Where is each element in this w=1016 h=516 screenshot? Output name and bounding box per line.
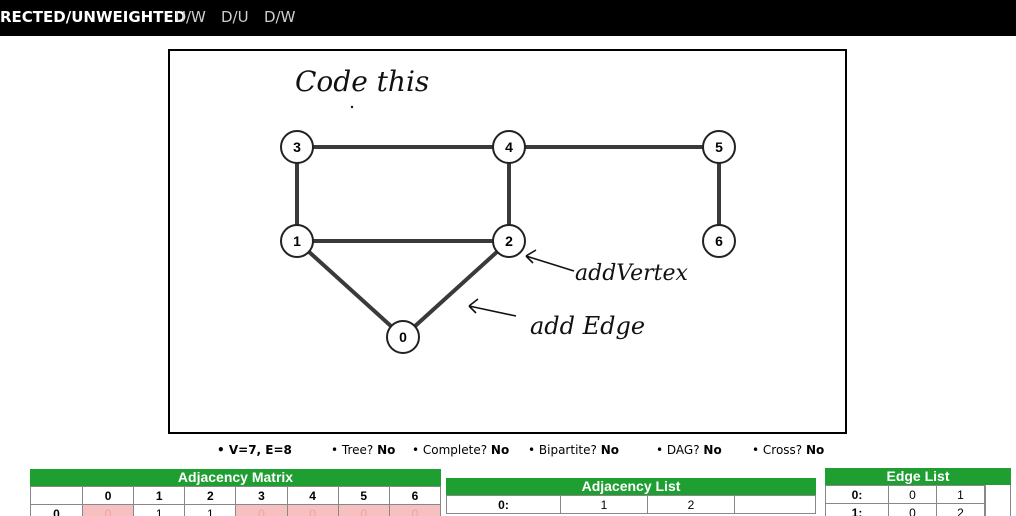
matrix-cell: 1 <box>184 504 237 516</box>
graph-drawing[interactable]: 3 4 5 1 2 6 0 Code this addVertex add Ed… <box>170 51 845 432</box>
graph-mode-label[interactable]: RECTED/UNWEIGHTED <box>0 8 186 26</box>
vertex-0[interactable]: 0 <box>386 320 420 354</box>
svg-text:1: 1 <box>293 233 301 249</box>
vertex-1[interactable]: 1 <box>280 224 314 258</box>
adjacency-matrix-table: 0 1 2 3 4 5 6 0 0 1 1 0 0 0 0 <box>30 486 442 516</box>
matrix-cell: 0 <box>81 504 135 516</box>
tab-directed-weighted[interactable]: D/W <box>264 8 295 26</box>
edgelist-cell: 2 <box>936 503 985 516</box>
matrix-header-row: 0 1 2 3 4 5 6 <box>30 486 442 505</box>
matrix-col-header: 1 <box>133 486 186 505</box>
vertex-6[interactable]: 6 <box>702 224 736 258</box>
adjlist-row-0: 0: 1 2 <box>446 495 816 514</box>
edgelist-row: 0: 0 1 <box>825 485 985 504</box>
matrix-row-0: 0 0 1 1 0 0 0 0 <box>30 504 442 516</box>
matrix-cell: 0 <box>388 504 442 516</box>
matrix-cell: 0 <box>286 504 339 516</box>
annotation-code-this: Code this <box>295 65 429 98</box>
adjacency-list-table: 0: 1 2 <box>446 495 816 514</box>
matrix-cell: 0 <box>235 504 288 516</box>
adjlist-cell-empty <box>734 495 816 514</box>
tab-directed-unweighted[interactable]: D/U <box>221 8 249 26</box>
edgelist-cell: 0 <box>888 485 937 504</box>
stat-complete: • Complete? No <box>412 443 510 457</box>
svg-text:2: 2 <box>505 233 513 249</box>
vertex-3[interactable]: 3 <box>280 130 314 164</box>
svg-text:5: 5 <box>715 139 723 155</box>
matrix-cell: 1 <box>133 504 186 516</box>
vertex-2[interactable]: 2 <box>492 224 526 258</box>
vertex-4[interactable]: 4 <box>492 130 526 164</box>
edgelist-cell: 1 <box>936 485 985 504</box>
matrix-col-header: 0 <box>81 486 135 505</box>
annotation-dot <box>350 105 354 109</box>
stat-tree: • Tree? No <box>331 443 396 457</box>
stat-bipartite: • Bipartite? No <box>528 443 619 457</box>
top-bar: RECTED/UNWEIGHTED U/W D/U D/W <box>0 0 1016 36</box>
svg-text:6: 6 <box>715 233 723 249</box>
edge-list-title: Edge List <box>825 468 1011 485</box>
graph-canvas[interactable]: 3 4 5 1 2 6 0 Code this addVertex add Ed… <box>168 49 847 434</box>
adjacency-list-title: Adjacency List <box>446 478 816 495</box>
arrow-addvertex-icon <box>525 249 575 272</box>
svg-text:0: 0 <box>399 329 407 345</box>
adjlist-row-label: 0: <box>446 495 561 514</box>
arrow-addedge-icon <box>468 298 517 317</box>
edge-list-spacer <box>985 485 1011 516</box>
matrix-col-header: 5 <box>337 486 390 505</box>
annotation-addvertex: addVertex <box>575 261 689 286</box>
matrix-col-header: 4 <box>286 486 339 505</box>
adjlist-cell: 1 <box>560 495 648 514</box>
matrix-corner-cell <box>30 486 83 505</box>
adjacency-matrix-title: Adjacency Matrix <box>30 469 441 486</box>
matrix-cell: 0 <box>337 504 390 516</box>
edge-1-0[interactable] <box>295 239 405 339</box>
svg-text:4: 4 <box>505 139 513 155</box>
matrix-col-header: 6 <box>388 486 442 505</box>
edgelist-cell: 0 <box>888 503 937 516</box>
edgelist-row: 1: 0 2 <box>825 503 985 516</box>
matrix-col-header: 3 <box>235 486 288 505</box>
adjlist-cell: 2 <box>647 495 735 514</box>
matrix-col-header: 2 <box>184 486 237 505</box>
stat-cross: • Cross? No <box>752 443 825 457</box>
edgelist-row-label: 1: <box>825 503 889 516</box>
stat-ve: • V=7, E=8 <box>217 443 292 457</box>
edge-2-0[interactable] <box>401 239 511 339</box>
edgelist-row-label: 0: <box>825 485 889 504</box>
edge-list-table: 0: 0 1 1: 0 2 <box>825 485 985 516</box>
tab-undirected-weighted[interactable]: U/W <box>175 8 206 26</box>
annotation-addedge: add Edge <box>530 312 645 340</box>
stat-dag: • DAG? No <box>656 443 722 457</box>
vertex-5[interactable]: 5 <box>702 130 736 164</box>
matrix-row-label: 0 <box>30 504 83 516</box>
svg-text:3: 3 <box>293 139 301 155</box>
